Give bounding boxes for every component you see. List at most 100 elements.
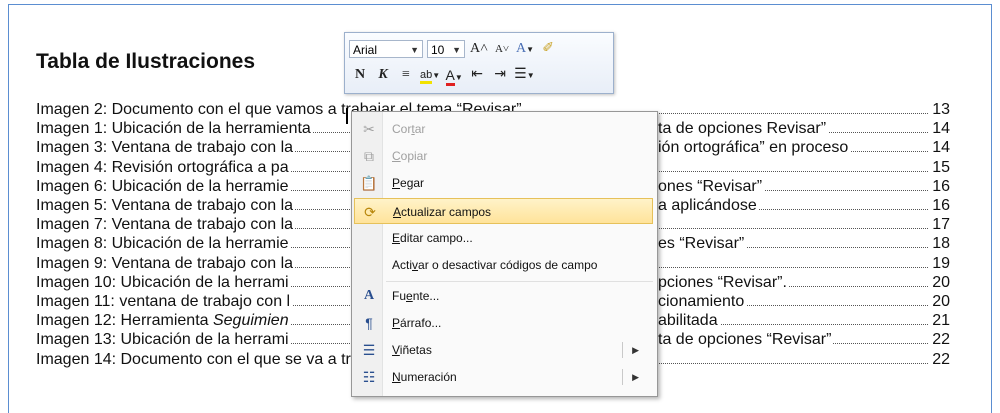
center-align-button[interactable]: ≡ (397, 65, 415, 85)
font-color-button[interactable]: A▼ (445, 65, 463, 86)
menu-item-label: Pegar (392, 176, 425, 190)
menu-item-label: Párrafo... (392, 316, 442, 330)
format-painter-button[interactable]: ✐ (539, 39, 557, 59)
highlight-icon: ab (420, 69, 433, 84)
toc-page-number: 16 (932, 176, 950, 196)
increase-indent-button[interactable]: ⇥ (491, 65, 509, 85)
toc-entry-label: Imagen 6: Ubicación de la herramie (36, 177, 291, 196)
toc-entry-text: Imagen 12: Herramienta Seguimien (36, 312, 291, 330)
page-title: Tabla de Ilustraciones (36, 50, 256, 73)
submenu-divider (622, 369, 623, 385)
toc-entry-tail: ta de opciones Revisar” (658, 119, 829, 139)
font-name-value: Arial (353, 43, 378, 57)
shrink-font-button[interactable]: A˅ (493, 39, 511, 59)
menu-item-label: Viñetas (392, 343, 432, 357)
update-field-icon: ⟳ (364, 204, 376, 220)
toc-entry-text: Imagen 8: Ubicación de la herramie (36, 235, 291, 253)
toc-entry-text: Imagen 4: Revisión ortográfica a pa (36, 158, 291, 176)
toc-page-number: 13 (932, 100, 950, 119)
menu-item-numbering[interactable]: ☷ Numeración ▶ (354, 364, 653, 390)
toc-page-number: 17 (932, 215, 950, 235)
font-icon: A (363, 288, 375, 303)
toc-entry-tail: cionamiento (658, 292, 747, 311)
menu-item-label: Copiar (392, 149, 428, 163)
toc-entry-label: Imagen 9: Ventana de trabajo con la (36, 254, 296, 273)
toc-entry-tail: es “Revisar” (658, 234, 747, 254)
toc-entry-tail: ones “Revisar” (658, 176, 765, 196)
font-color-icon: A (445, 67, 455, 86)
menu-item-toggle-field-codes[interactable]: Activar o desactivar códigos de campo (354, 252, 653, 278)
chevron-right-icon: ▶ (632, 345, 639, 355)
toc-page-number: 19 (932, 253, 950, 273)
toc-page-number: 22 (932, 349, 950, 369)
scissors-icon: ✂ (363, 121, 375, 137)
toc-entry-tail: abilitada (658, 311, 720, 331)
toc-entry-label: Imagen 10: Ubicación de la herrami (36, 273, 291, 292)
font-size-select[interactable]: 10 ▼ (427, 40, 465, 58)
font-name-select[interactable]: Arial ▼ (349, 40, 423, 58)
grow-font-button[interactable]: A˄ (470, 39, 488, 59)
toc-entry-label: Imagen 5: Ventana de trabajo con la (36, 196, 296, 215)
toc-entry-label: Imagen 12: Herramienta Seguimien (36, 311, 291, 330)
toc-entry-text: Imagen 7: Ventana de trabajo con la (36, 216, 296, 234)
increase-indent-icon: ⇥ (494, 67, 507, 82)
menu-item-paste[interactable]: 📋 Pegar (354, 170, 653, 196)
bold-button[interactable]: N (351, 65, 369, 85)
bullet-list-icon: ☰ (514, 67, 527, 82)
toc-page-number: 20 (932, 292, 950, 311)
menu-item-label: Fuente... (392, 289, 440, 303)
chevron-down-icon: ▼ (410, 45, 419, 55)
toc-entry-text: Imagen 5: Ventana de trabajo con la (36, 197, 296, 214)
italic-icon: K (378, 67, 388, 82)
bold-icon: N (354, 67, 366, 82)
toc-entry-text: Imagen 10: Ubicación de la herrami (36, 273, 291, 291)
toc-entry-text: Imagen 1: Ubicación de la herramienta (36, 120, 313, 138)
menu-item-cut[interactable]: ✂ Cortar (354, 116, 653, 142)
toc-page-number: 22 (932, 330, 950, 350)
paragraph-icon: ¶ (365, 315, 373, 331)
chevron-right-icon: ▶ (632, 372, 639, 382)
bullets-button[interactable]: ☰▼ (514, 65, 534, 85)
toc-entry-label: Imagen 3: Ventana de trabajo con la (36, 138, 296, 157)
menu-item-bullets[interactable]: ☰ Viñetas ▶ (354, 337, 653, 363)
clipboard-icon: 📋 (360, 175, 378, 191)
toc-entry-text: Imagen 9: Ventana de trabajo con la (36, 254, 296, 272)
center-align-icon: ≡ (402, 67, 410, 82)
grow-font-icon: A˄ (470, 41, 489, 56)
toc-page-number: 14 (932, 119, 950, 139)
menu-item-label: Activar o desactivar códigos de campo (392, 258, 598, 272)
menu-item-copy[interactable]: ⧉ Copiar (354, 143, 653, 169)
menu-item-label: Cortar (392, 122, 426, 136)
toc-page-number: 14 (932, 138, 950, 158)
menu-item-label: Actualizar campos (393, 205, 492, 219)
toc-page-number: 15 (932, 157, 950, 177)
menu-item-update-fields[interactable]: ⟳ Actualizar campos (354, 198, 653, 224)
toc-entry-label: Imagen 1: Ubicación de la herramienta (36, 119, 313, 138)
toc-entry-label: Imagen 7: Ventana de trabajo con la (36, 215, 296, 234)
decrease-indent-button[interactable]: ⇤ (468, 65, 486, 85)
toc-entry-tail: ta de opciones “Revisar” (658, 330, 834, 350)
toc-entry-label: Imagen 4: Revisión ortográfica a pa (36, 158, 291, 177)
italic-button[interactable]: K (374, 65, 392, 85)
toc-page-number: 18 (932, 234, 950, 254)
toc-page-number: 16 (932, 196, 950, 215)
toc-page-number: 21 (932, 311, 950, 331)
highlight-button[interactable]: ab▼ (420, 65, 440, 85)
text-effects-button[interactable]: A▼ (516, 39, 534, 59)
menu-item-edit-field[interactable]: Editar campo... (354, 225, 653, 251)
numbered-list-icon: ☷ (362, 369, 376, 385)
toc-entry-label: Imagen 11: ventana de trabajo con l (36, 292, 293, 311)
toc-entry-label: Imagen 8: Ubicación de la herramie (36, 234, 291, 253)
context-menu: ✂ Cortar ⧉ Copiar 📋 Pegar ⟳ Actualizar c… (351, 111, 658, 397)
toc-entry-text: Imagen 3: Ventana de trabajo con la (36, 139, 296, 157)
submenu-divider (622, 342, 623, 358)
menu-separator (386, 281, 653, 282)
toc-page-number: 20 (932, 272, 950, 292)
decrease-indent-icon: ⇤ (471, 67, 484, 82)
toc-entry-tail: pciones “Revisar”. (658, 272, 789, 292)
toc-entry-tail: ión ortográfica” en proceso (658, 138, 851, 158)
menu-item-font[interactable]: A Fuente... (354, 283, 653, 309)
shrink-font-icon: A˅ (494, 43, 510, 55)
font-size-value: 10 (431, 43, 445, 57)
menu-item-paragraph[interactable]: ¶ Párrafo... (354, 310, 653, 336)
